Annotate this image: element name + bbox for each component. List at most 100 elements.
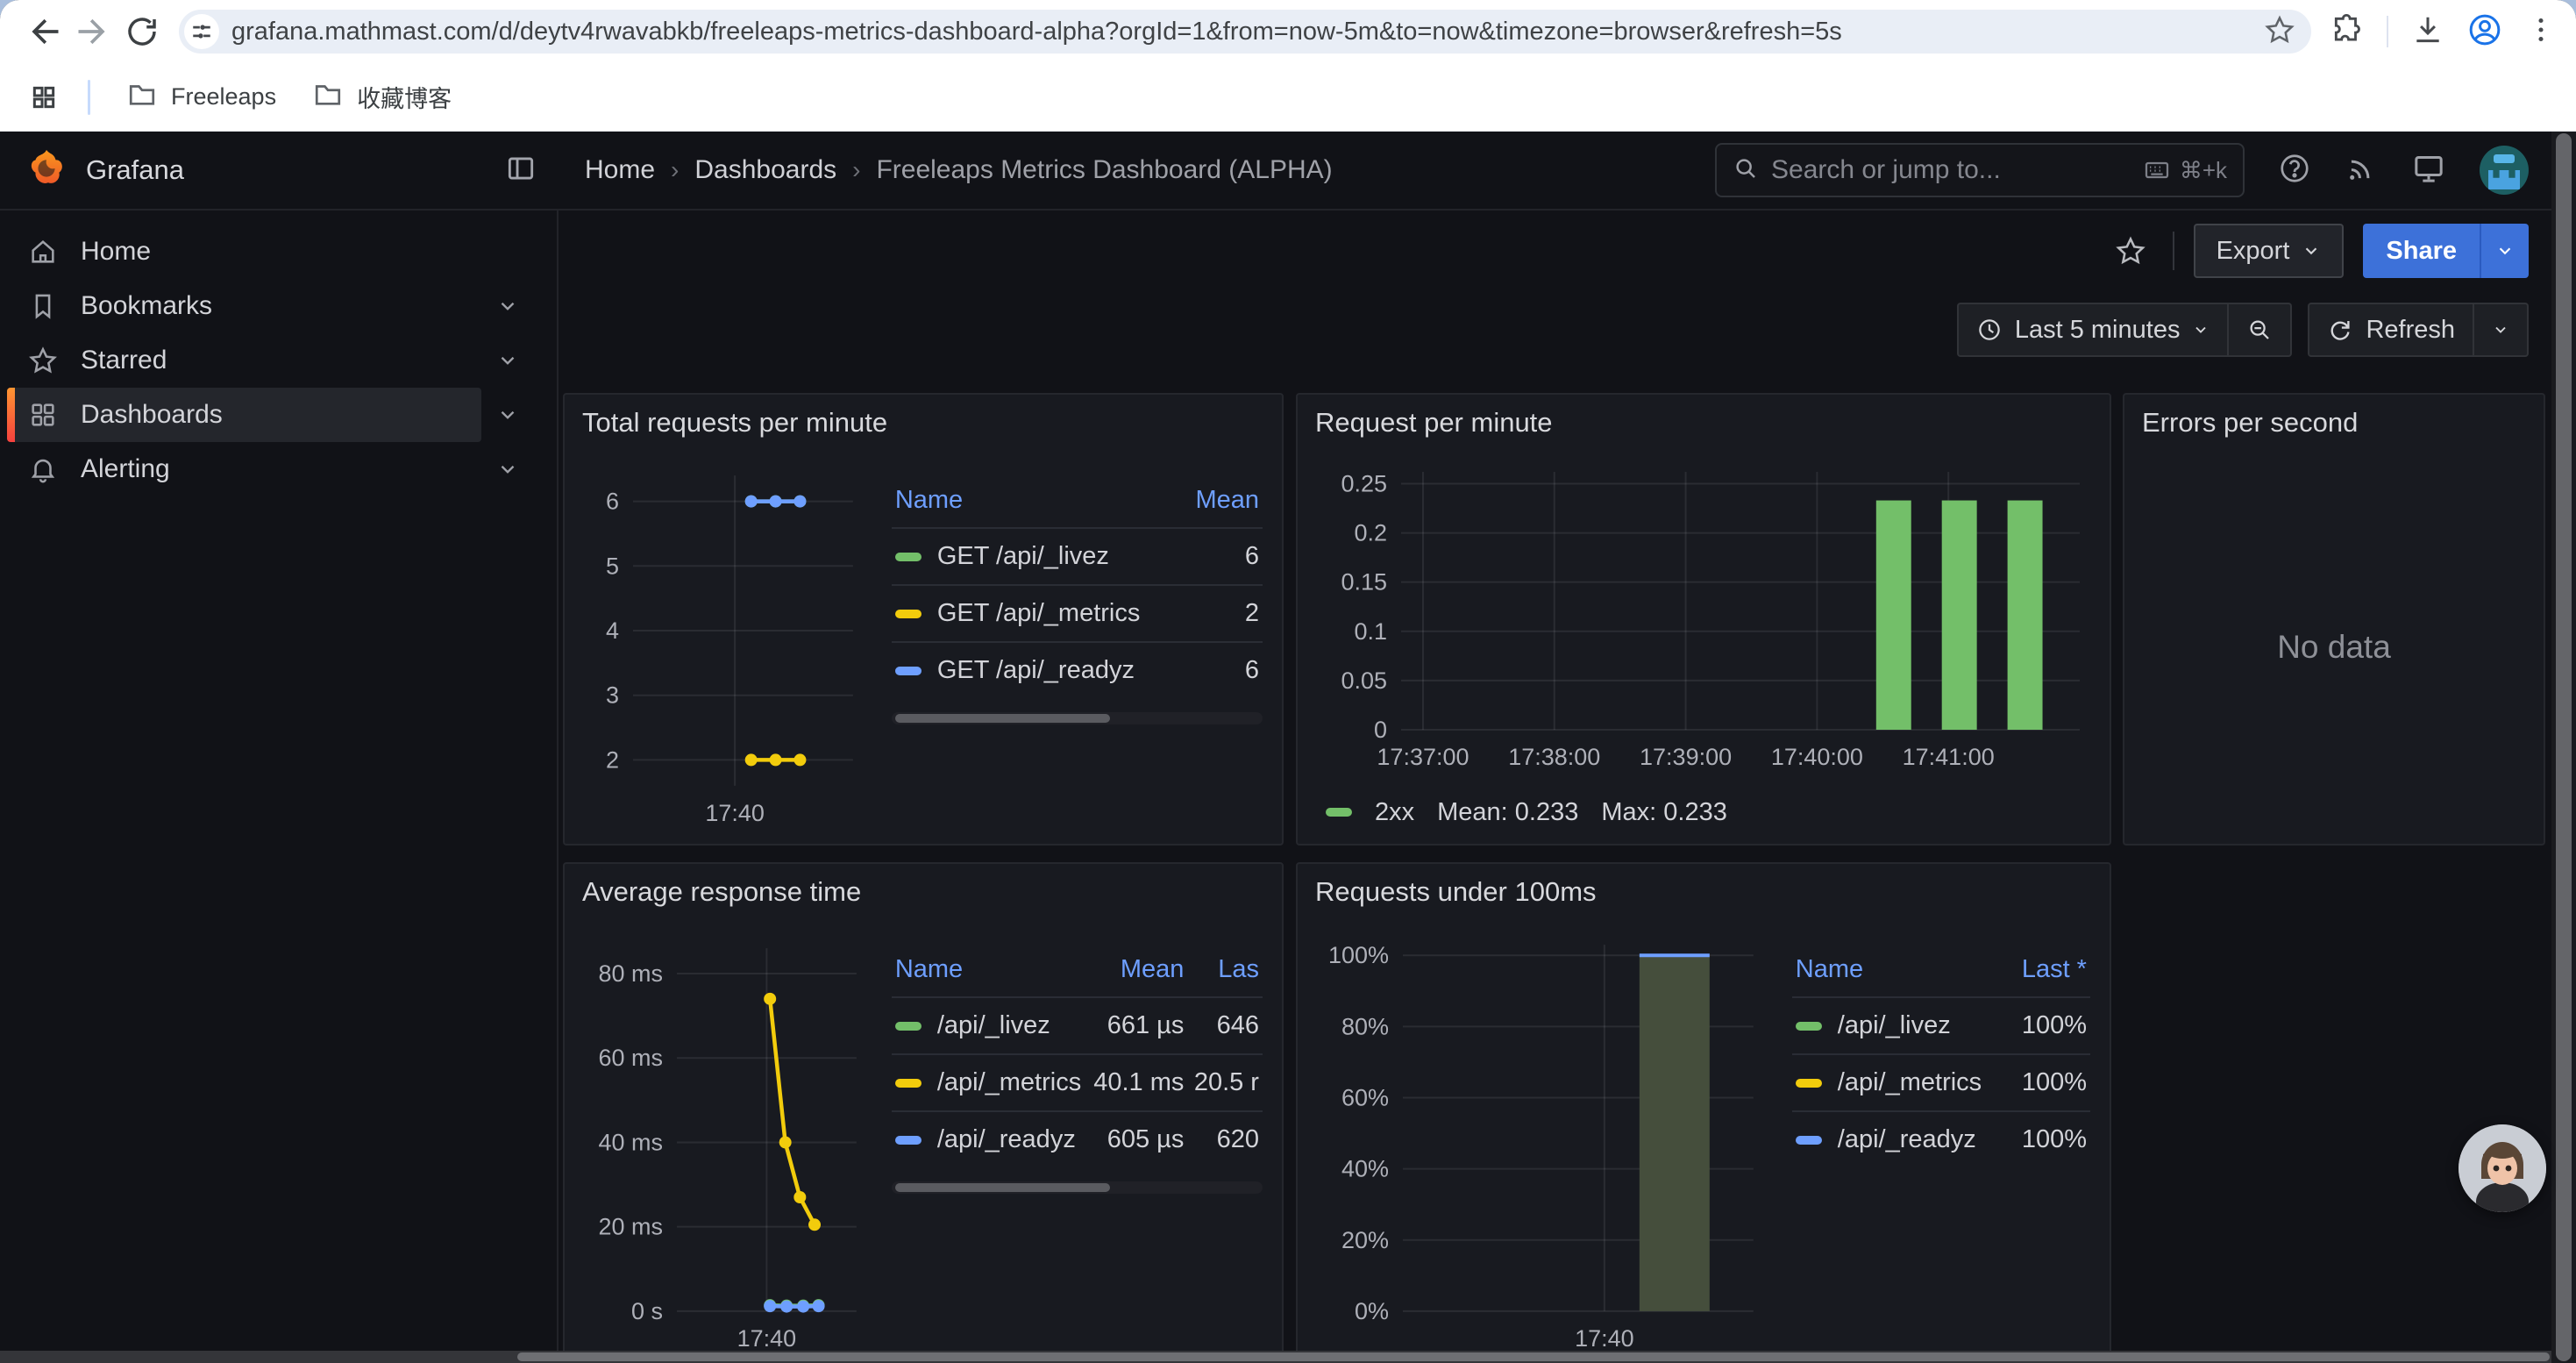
bookmark-folder-blogs[interactable]: 收藏博客: [299, 72, 466, 122]
share-dropdown-button[interactable]: [2480, 224, 2529, 278]
back-icon[interactable]: [19, 7, 68, 56]
toolbar-separator: [2387, 16, 2388, 47]
breadcrumb-home[interactable]: Home: [585, 155, 655, 185]
floating-assistant-avatar[interactable]: [2459, 1124, 2546, 1212]
legend-column-header[interactable]: Name: [1792, 950, 1985, 997]
panel-title[interactable]: Average response time: [565, 864, 1282, 920]
panel-title[interactable]: Errors per second: [2124, 395, 2544, 451]
user-avatar[interactable]: [2480, 146, 2529, 195]
panel-requests-under-100ms[interactable]: Requests under 100ms 100%80%60%40%20%0%1…: [1296, 862, 2111, 1363]
zoom-out-button[interactable]: [2229, 304, 2290, 355]
legend-row[interactable]: /api/_readyz100%: [1792, 1111, 2090, 1167]
series-name[interactable]: GET /api/_livez: [937, 542, 1109, 571]
panel-title[interactable]: Requests under 100ms: [1298, 864, 2110, 920]
panel-title[interactable]: Total requests per minute: [565, 395, 1282, 451]
series-name[interactable]: GET /api/_readyz: [937, 656, 1135, 685]
series-swatch: [1326, 808, 1352, 817]
legend-row[interactable]: /api/_readyz605 µs620: [892, 1111, 1263, 1167]
legend-column-header[interactable]: Mean: [1085, 950, 1187, 997]
share-label[interactable]: Share: [2363, 224, 2480, 278]
bookmark-star-icon[interactable]: [2264, 14, 2295, 50]
share-button[interactable]: Share: [2363, 224, 2529, 278]
scrollbar-thumb[interactable]: [895, 714, 1110, 723]
grafana-logo[interactable]: [26, 148, 67, 193]
series-name[interactable]: /api/_readyz: [1838, 1125, 1976, 1154]
export-button[interactable]: Export: [2194, 224, 2345, 278]
scrollbar-thumb[interactable]: [895, 1183, 1110, 1192]
legend-row[interactable]: /api/_livez661 µs646: [892, 997, 1263, 1054]
series-name[interactable]: /api/_livez: [937, 1011, 1050, 1040]
chevron-down-icon[interactable]: [481, 388, 534, 442]
series-name[interactable]: /api/_metrics: [1838, 1068, 1982, 1097]
panel-title[interactable]: Request per minute: [1298, 395, 2110, 451]
sidebar-item-bookmarks[interactable]: Bookmarks: [7, 279, 481, 333]
favorite-star-icon[interactable]: [2108, 228, 2153, 274]
legend-column-header[interactable]: Name: [892, 481, 1157, 528]
svg-text:0.25: 0.25: [1341, 470, 1387, 496]
horizontal-scrollbar[interactable]: [0, 1351, 2551, 1363]
search-input[interactable]: Search or jump to... ⌘+k: [1715, 143, 2245, 197]
sidebar-item-home[interactable]: Home: [7, 225, 481, 279]
site-settings-icon[interactable]: [184, 14, 219, 49]
legend-scrollbar[interactable]: [892, 1181, 1263, 1194]
help-icon[interactable]: [2278, 152, 2311, 189]
legend-row[interactable]: GET /api/_metrics2: [892, 585, 1263, 642]
svg-text:17:38:00: 17:38:00: [1508, 744, 1600, 770]
vertical-scrollbar[interactable]: [2551, 132, 2576, 1363]
panel-average-response-time[interactable]: Average response time 80 ms60 ms40 ms20 …: [563, 862, 1284, 1363]
bar-chart: 00.050.10.150.20.2517:37:0017:38:0017:39…: [1305, 451, 2103, 786]
breadcrumb: Home › Dashboards › Freeleaps Metrics Da…: [585, 155, 1333, 185]
legend-column-header[interactable]: Name: [892, 950, 1085, 997]
scrollbar-thumb[interactable]: [517, 1352, 2550, 1361]
breadcrumb-dashboards[interactable]: Dashboards: [694, 155, 836, 185]
sidebar-row-alerting: Alerting: [7, 442, 534, 496]
sidebar-item-starred[interactable]: Starred: [7, 333, 481, 388]
reload-icon[interactable]: [117, 7, 167, 56]
extensions-icon[interactable]: [2330, 13, 2364, 51]
scrollbar-thumb[interactable]: [2556, 133, 2572, 1361]
forward-icon[interactable]: [68, 7, 117, 56]
legend-row[interactable]: GET /api/_livez6: [892, 528, 1263, 585]
svg-text:5: 5: [606, 553, 619, 579]
menu-dots-icon[interactable]: [2525, 14, 2557, 50]
series-name[interactable]: GET /api/_metrics: [937, 599, 1141, 628]
profile-icon[interactable]: [2467, 12, 2502, 52]
sidebar-toggle-icon[interactable]: [504, 152, 537, 189]
sidebar-item-alerting[interactable]: Alerting: [7, 442, 481, 496]
svg-text:0.15: 0.15: [1341, 569, 1387, 596]
svg-text:4: 4: [606, 617, 619, 644]
panel-total-requests-per-minute[interactable]: Total requests per minute 6543217:40 Nam…: [563, 393, 1284, 846]
downloads-icon[interactable]: [2411, 13, 2444, 51]
series-name[interactable]: /api/_metrics: [937, 1068, 1081, 1097]
url-text[interactable]: grafana.mathmast.com/d/deytv4rwavabkb/fr…: [231, 18, 2253, 46]
chevron-down-icon[interactable]: [481, 442, 534, 496]
legend: 2xx Mean: 0.233 Max: 0.233: [1305, 786, 2103, 838]
news-rss-icon[interactable]: [2345, 152, 2378, 189]
svg-text:60%: 60%: [1341, 1085, 1389, 1111]
series-name[interactable]: 2xx: [1375, 798, 1414, 827]
chevron-down-icon[interactable]: [481, 333, 534, 388]
legend-column-header[interactable]: Las: [1187, 950, 1263, 997]
keyboard-icon: [2143, 156, 2171, 184]
search-shortcut: ⌘+k: [2143, 156, 2227, 184]
time-range-picker[interactable]: Last 5 minutes: [1959, 304, 2228, 355]
kiosk-monitor-icon[interactable]: [2411, 151, 2446, 190]
legend-row[interactable]: GET /api/_readyz6: [892, 642, 1263, 698]
legend-row[interactable]: /api/_metrics40.1 ms20.5 r: [892, 1054, 1263, 1111]
series-name[interactable]: /api/_readyz: [937, 1125, 1076, 1154]
sidebar-item-dashboards[interactable]: Dashboards: [7, 388, 481, 442]
chevron-down-icon[interactable]: [481, 279, 534, 333]
legend-column-header[interactable]: Last *: [1985, 950, 2090, 997]
refresh-button[interactable]: Refresh: [2309, 304, 2473, 355]
series-name[interactable]: /api/_livez: [1838, 1011, 1951, 1040]
legend-scrollbar[interactable]: [892, 712, 1263, 724]
legend-column-header[interactable]: Mean: [1157, 481, 1263, 528]
url-bar[interactable]: grafana.mathmast.com/d/deytv4rwavabkb/fr…: [179, 10, 2311, 54]
panel-errors-per-second[interactable]: Errors per second No data: [2123, 393, 2545, 846]
legend-row[interactable]: /api/_metrics100%: [1792, 1054, 2090, 1111]
apps-grid-icon[interactable]: [23, 76, 65, 118]
refresh-interval-dropdown[interactable]: [2474, 304, 2527, 355]
panel-request-per-minute[interactable]: Request per minute 00.050.10.150.20.2517…: [1296, 393, 2111, 846]
bookmark-folder-freeleaps[interactable]: Freeleaps: [113, 72, 290, 122]
legend-row[interactable]: /api/_livez100%: [1792, 997, 2090, 1054]
